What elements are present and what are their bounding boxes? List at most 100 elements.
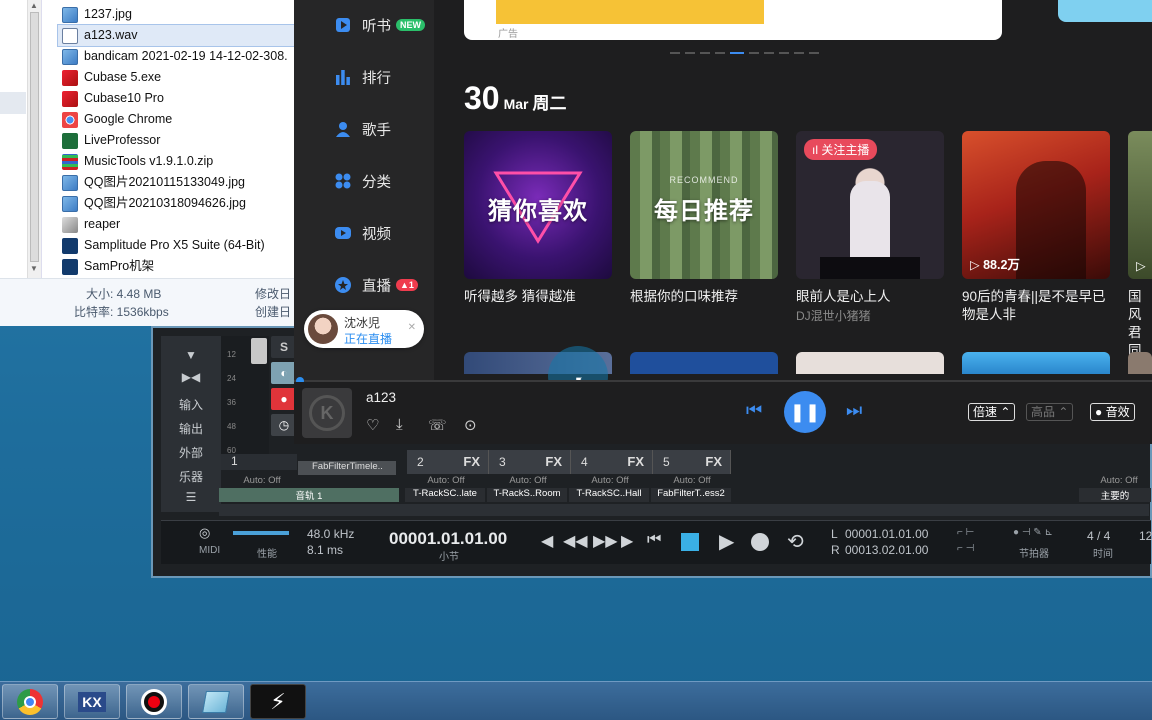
file-item[interactable]: SamPro机架 (58, 256, 295, 277)
external-section-label[interactable]: 外部 (161, 444, 221, 461)
insert-slot[interactable]: FabFilterTimele.. (298, 461, 396, 475)
file-item[interactable]: Google Chrome (58, 109, 295, 130)
fx-channel-3[interactable]: 3 FX (489, 450, 571, 474)
file-item[interactable]: QQ图片20210115133049.jpg (58, 172, 295, 193)
carousel-dot[interactable] (794, 52, 804, 54)
nav-audiobooks[interactable]: 听书 NEW (334, 14, 425, 36)
expand-arrows-icon[interactable]: ▶◀ (161, 370, 221, 384)
card-cover[interactable]: 猜你喜欢 (464, 131, 612, 279)
play-button[interactable]: ▶ (719, 529, 734, 554)
fast-forward-icon[interactable]: ▶▶ (593, 531, 618, 551)
carousel-dot[interactable] (670, 52, 680, 54)
scroll-down-icon[interactable]: ▼ (30, 264, 38, 273)
playlist-card-guess[interactable]: 猜你喜欢 听得越多 猜得越准 (464, 131, 612, 306)
file-item[interactable]: 1237.jpg (58, 4, 295, 25)
rewind-icon[interactable]: ◀◀ (563, 531, 588, 551)
close-icon[interactable]: ✕ (408, 322, 416, 333)
carousel-dot[interactable] (779, 52, 789, 54)
cycle-loop-icon[interactable]: ⟲ (787, 529, 804, 554)
song-title[interactable]: a123 (366, 390, 396, 405)
navigation-selected-item[interactable] (0, 92, 26, 114)
primary-time-display[interactable]: 00001.01.01.00 (389, 529, 507, 549)
card-title[interactable]: 眼前人是心上人 (796, 288, 944, 306)
carousel-dot[interactable] (715, 52, 725, 54)
record-button[interactable] (751, 533, 769, 551)
speed-button[interactable]: 倍速 ⌃ (968, 403, 1016, 421)
carousel-dot-active[interactable] (730, 52, 744, 54)
carousel-dot[interactable] (809, 52, 819, 54)
playlist-card-partial[interactable]: ▷ 国风君同 (1128, 131, 1152, 360)
sample-rate[interactable]: 48.0 kHz (307, 527, 354, 541)
previous-marker-icon[interactable]: ◀ (541, 531, 553, 551)
scrollbar-thumb[interactable] (30, 12, 39, 262)
file-item[interactable]: Cubase 5.exe (58, 67, 295, 88)
nav-singers[interactable]: 歌手 (334, 118, 391, 140)
download-icon[interactable]: ⤓ (396, 416, 403, 433)
fx-channel-2[interactable]: 2 FX (407, 450, 489, 474)
heart-icon[interactable]: ♡ (366, 416, 379, 434)
file-item[interactable]: a123.wav (57, 24, 295, 47)
album-art[interactable]: K (302, 388, 352, 438)
channel-name[interactable]: T-RackSC..late (405, 488, 485, 502)
card-title[interactable]: 听得越多 猜得越准 (464, 288, 612, 306)
sound-effect-button[interactable]: ● 音效 (1090, 403, 1135, 421)
channel1-fader[interactable] (251, 338, 267, 364)
live-host-bubble[interactable]: 沈冰児 正在直播 ✕ (304, 310, 424, 348)
scroll-up-icon[interactable]: ▲ (30, 1, 38, 10)
playlist-card-daily[interactable]: RECOMMEND 每日推荐 根据你的口味推荐 (630, 131, 778, 306)
live-card-dj[interactable]: ıl 关注主播 眼前人是心上人 DJ混世小猪猪 (796, 131, 944, 324)
collapse-arrow-icon[interactable]: ▼ (161, 348, 221, 362)
card-subtitle[interactable]: DJ混世小猪猪 (796, 307, 944, 324)
fx-channel-5[interactable]: 5 FX (653, 450, 731, 474)
master-channel-name[interactable]: 主要的 (1079, 488, 1151, 502)
carousel-dot[interactable] (764, 52, 774, 54)
pause-button[interactable]: ❚❚ (784, 391, 826, 433)
file-item[interactable]: reaper (58, 214, 295, 235)
nav-videos[interactable]: 视频 (334, 222, 391, 244)
comment-icon[interactable]: ☏ (428, 416, 447, 434)
next-track-icon[interactable]: ⏭ (846, 400, 862, 421)
file-item[interactable]: Cubase10 Pro (58, 88, 295, 109)
nav-categories[interactable]: 分类 (334, 170, 391, 192)
carousel-dot[interactable] (685, 52, 695, 54)
time-signature[interactable]: 4 / 4 (1087, 529, 1110, 543)
mixer-horizontal-scrollbar[interactable] (219, 504, 1149, 516)
card-title[interactable]: 国风君同 (1128, 288, 1152, 360)
second-row-card[interactable] (962, 352, 1110, 374)
nav-live[interactable]: 直播 ▲1 (334, 274, 418, 296)
fx-channel-4[interactable]: 4 FX (571, 450, 653, 474)
banner-main[interactable]: 广告 (464, 0, 1002, 40)
output-section-label[interactable]: 输出 (161, 420, 221, 437)
next-marker-icon[interactable]: ▶ (621, 531, 633, 551)
menu-lines-icon[interactable]: ☰ (161, 490, 221, 504)
card-cover[interactable]: RECOMMEND 每日推荐 (630, 131, 778, 279)
banner-carousel[interactable]: 广告 (464, 0, 1152, 54)
metronome-icons[interactable]: ● ⊣ ✎ ⊾ (1013, 527, 1053, 538)
quality-button[interactable]: 高品 ⌃ (1026, 403, 1074, 421)
card-title[interactable]: 90后的青春||是不是早已物是人非 (962, 288, 1110, 324)
card-title[interactable]: 根据你的口味推荐 (630, 288, 778, 306)
card-cover[interactable]: ▷ (1128, 131, 1152, 279)
card-cover[interactable]: ▷ 88.2万 (962, 131, 1110, 279)
stop-button[interactable] (681, 533, 699, 551)
kx-driver-taskbar-icon[interactable]: KX (64, 684, 120, 719)
track1-name[interactable]: 音轨 1 (219, 488, 399, 502)
file-item[interactable]: bandicam 2021-02-19 14-12-02-308. (58, 46, 295, 67)
carousel-dot[interactable] (700, 52, 710, 54)
punch-in-icon[interactable]: ⌐ ⊢ (957, 527, 974, 538)
channel-name[interactable]: T-RackSC..Hall (569, 488, 649, 502)
right-locator[interactable]: 00013.02.01.00 (845, 543, 928, 557)
instrument-section-label[interactable]: 乐器 (161, 468, 221, 485)
more-options-icon[interactable]: ⊙ (464, 416, 477, 434)
second-row-card[interactable] (630, 352, 778, 374)
channel-name[interactable]: FabFilterT..ess2 (651, 488, 731, 502)
navigation-scrollbar[interactable]: ▲ ▼ (27, 0, 41, 278)
notes-taskbar-icon[interactable] (188, 684, 244, 719)
file-item[interactable]: QQ图片20210318094626.jpg (58, 193, 295, 214)
cubase-taskbar-icon[interactable]: ⚡ (250, 684, 306, 719)
chrome-taskbar-icon[interactable] (2, 684, 58, 719)
record-taskbar-icon[interactable] (126, 684, 182, 719)
file-item[interactable]: Samplitude Pro X5 Suite (64-Bit) (58, 235, 295, 256)
follow-host-tag[interactable]: ıl 关注主播 (804, 139, 878, 160)
banner-next-preview[interactable] (1058, 0, 1152, 22)
